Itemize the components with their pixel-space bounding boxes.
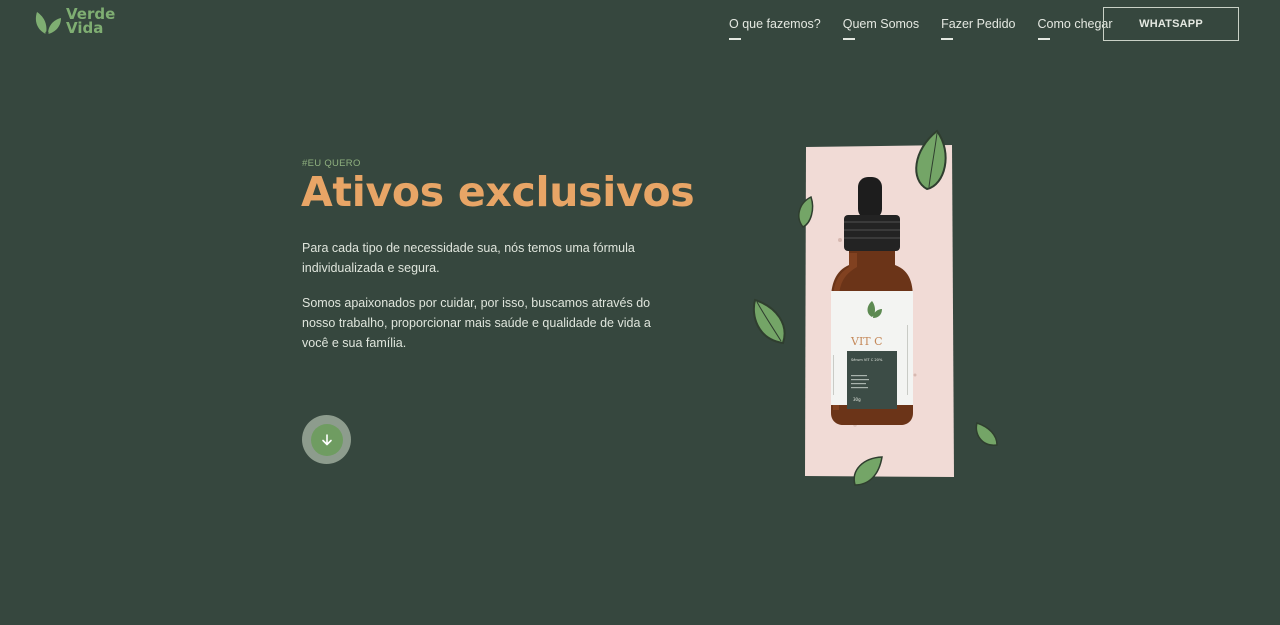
whatsapp-button[interactable]: WHATSAPP xyxy=(1103,7,1239,41)
brand-name: Verde Vida xyxy=(66,7,115,37)
arrow-down-icon xyxy=(321,433,332,445)
nav-link-quem-somos[interactable]: Quem Somos xyxy=(842,17,919,40)
nav-link-fazer-pedido[interactable]: Fazer Pedido xyxy=(941,17,1016,40)
hero-paragraph-2: Somos apaixonados por cuidar, por isso, … xyxy=(302,296,651,350)
bottle-label-title: VIT C xyxy=(850,335,883,348)
brand-name-line2: Vida xyxy=(66,19,104,37)
bottle-label-subtitle: Sérum VIT C 20% xyxy=(851,358,883,362)
nav-link-como-chegar[interactable]: Como chegar xyxy=(1037,17,1113,40)
bottle-label-weight: 30g xyxy=(853,397,861,402)
nav-link-o-que-fazemos[interactable]: O que fazemos? xyxy=(729,17,821,40)
brand-logo[interactable]: Verde Vida xyxy=(33,7,115,38)
product-image: VIT C Sérum VIT C 20% 30g xyxy=(752,129,998,486)
scroll-down-button[interactable] xyxy=(302,415,351,464)
leaf-icon xyxy=(975,422,998,446)
site-header: Verde Vida O que fazemos? Quem Somos Faz… xyxy=(0,0,1280,50)
hero-paragraph-1: Para cada tipo de necessidade sua, nós t… xyxy=(302,241,635,275)
hero-title: Ativos exclusivos xyxy=(301,168,695,216)
scroll-down-button-inner xyxy=(310,423,343,456)
leaf-logo-icon xyxy=(35,12,61,35)
leaf-icon xyxy=(752,298,786,345)
main-nav: O que fazemos? Quem Somos Fazer Pedido C… xyxy=(729,17,1135,40)
